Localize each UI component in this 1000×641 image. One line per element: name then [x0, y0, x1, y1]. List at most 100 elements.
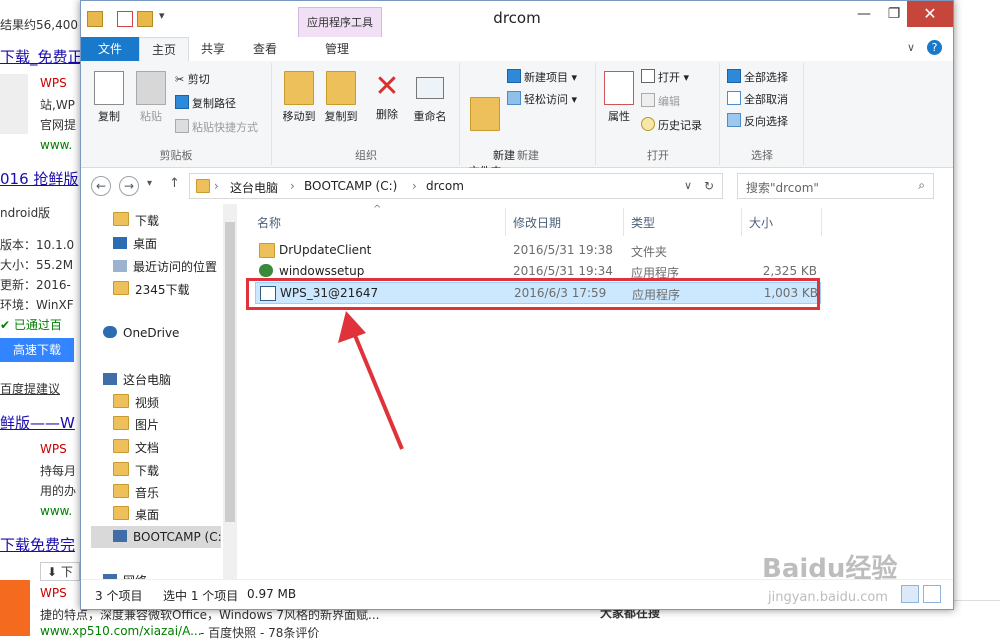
breadcrumb-bootcamp[interactable]: BOOTCAMP (C:) [304, 179, 397, 193]
column-header-date[interactable]: 修改日期 [513, 214, 561, 231]
invert-selection-button[interactable]: 反向选择 [727, 113, 788, 131]
result-text: ndroid版 [0, 206, 51, 220]
nav-item-bootcamp[interactable]: BOOTCAMP (C: [113, 530, 222, 544]
new-item-icon [507, 69, 521, 83]
folder-icon [259, 243, 275, 258]
suggest-link[interactable]: 百度提建议 [0, 380, 60, 397]
new-folder-icon [470, 97, 500, 131]
nav-item-2345-downloads[interactable]: 2345下载 [113, 281, 190, 298]
paste-shortcut-button[interactable]: 粘贴快捷方式 [175, 119, 258, 137]
context-tab-group-label: 应用程序工具 [307, 16, 373, 29]
rename-button[interactable]: 重命名 [409, 71, 451, 124]
globe-app-icon [259, 264, 273, 277]
nav-item-downloads[interactable]: 下载 [113, 212, 159, 229]
copy-to-button[interactable]: 复制到 [321, 71, 361, 124]
search-icon[interactable]: ⌕ [918, 178, 925, 193]
expand-ribbon-icon[interactable]: ∨ [907, 41, 915, 54]
select-all-button[interactable]: 全部选择 [727, 69, 788, 87]
tab-file[interactable]: 文件 [81, 37, 139, 61]
open-button[interactable]: 打开 ▾ [641, 69, 689, 87]
tab-view[interactable]: 查看 [241, 37, 289, 61]
new-item-button[interactable]: 新建项目 ▾ [507, 69, 577, 87]
column-divider[interactable] [623, 208, 624, 236]
copy-path-button[interactable]: 复制路径 [175, 95, 236, 113]
edit-button[interactable]: 编辑 [641, 93, 680, 111]
column-header-size[interactable]: 大小 [749, 214, 773, 231]
nav-item-desktop[interactable]: 桌面 [113, 235, 157, 252]
nav-item-videos[interactable]: 视频 [113, 394, 159, 411]
cut-button[interactable]: ✂ 剪切 [175, 71, 210, 89]
refresh-icon[interactable]: ↻ [704, 179, 714, 193]
details-view-icon[interactable] [901, 585, 919, 603]
column-divider[interactable] [821, 208, 822, 236]
select-none-button[interactable]: 全部取消 [727, 91, 788, 109]
open-icon [641, 69, 655, 83]
result-url[interactable]: www. [40, 138, 72, 152]
close-button[interactable]: ✕ [907, 1, 953, 27]
column-divider[interactable] [505, 208, 506, 236]
search-box[interactable]: 搜索"drcom" ⌕ [737, 173, 934, 199]
back-icon[interactable]: ← [91, 176, 111, 196]
tab-home[interactable]: 主页 [139, 37, 189, 62]
result-text: 用的办 [40, 484, 77, 498]
open-group: 属性 打开 ▾ 编辑 历史记录 打开 [597, 63, 720, 165]
paste-icon [136, 71, 166, 105]
column-header-type[interactable]: 类型 [631, 214, 655, 231]
organize-group: 移动到 复制到 ✕ 删除 重命名 组织 [273, 63, 460, 165]
title-bar[interactable]: ▾ drcom — ❐ ✕ [81, 1, 953, 37]
result-link[interactable]: 鲜版——W [0, 412, 75, 433]
nav-item-label: 最近访问的位置 [133, 260, 218, 274]
nav-item-this-pc[interactable]: 这台电脑 [103, 371, 171, 388]
nav-item-downloads-pc[interactable]: 下载 [113, 462, 159, 479]
result-text: 大小：55.2M [0, 258, 74, 272]
cloud-icon [103, 326, 117, 338]
file-row[interactable]: DrUpdateClient 2016/5/31 19:38 文件夹 [255, 240, 819, 260]
properties-button[interactable]: 属性 [601, 71, 637, 124]
nav-item-onedrive[interactable]: OneDrive [103, 326, 179, 340]
paste-shortcut-label: 粘贴快捷方式 [192, 121, 258, 134]
tab-share[interactable]: 共享 [189, 37, 237, 61]
result-link[interactable]: 016 抢鲜版 [0, 168, 78, 189]
move-to-button[interactable]: 移动到 [279, 71, 319, 124]
easy-access-button[interactable]: 轻松访问 ▾ [507, 91, 577, 109]
recent-locations-icon[interactable]: ▾ [147, 178, 152, 189]
copy-button[interactable]: 复制 [91, 71, 127, 124]
column-header-name[interactable]: 名称 [257, 214, 281, 231]
nav-item-recent[interactable]: 最近访问的位置 [113, 258, 217, 275]
high-speed-download-button[interactable]: 高速下载 [0, 338, 74, 362]
desktop-folder-icon [113, 506, 129, 520]
result-link[interactable]: 下载_免费正 [0, 46, 83, 67]
help-icon[interactable]: ? [927, 40, 942, 55]
download-mini-button[interactable]: ⬇ 下 [40, 562, 80, 581]
nav-item-pictures[interactable]: 图片 [113, 416, 159, 433]
forward-icon[interactable]: → [119, 176, 139, 196]
baidu-watermark-url: jingyan.baidu.com [768, 590, 888, 605]
nav-scrollbar-thumb[interactable] [225, 222, 235, 522]
nav-item-label: BOOTCAMP (C: [133, 530, 222, 544]
nav-item-documents[interactable]: 文档 [113, 439, 159, 456]
column-divider[interactable] [741, 208, 742, 236]
ribbon-tabs: 文件 主页 共享 查看 管理 ∨ ? [81, 37, 953, 62]
invert-selection-label: 反向选择 [744, 115, 788, 128]
result-url[interactable]: www. [40, 504, 72, 518]
up-icon[interactable]: ↑ [169, 176, 180, 191]
delete-label: 删除 [376, 108, 398, 121]
large-icons-view-icon[interactable] [923, 585, 941, 603]
minimize-button[interactable]: — [849, 1, 879, 27]
nav-item-label: 文档 [135, 441, 160, 455]
breadcrumb-drcom[interactable]: drcom [426, 179, 464, 193]
paste-button[interactable]: 粘贴 [133, 71, 169, 124]
history-button[interactable]: 历史记录 [641, 117, 702, 135]
result-link[interactable]: 下载免费完 [0, 534, 75, 555]
snapshot-link[interactable]: - 百度快照 - 78条评价 [200, 624, 319, 641]
nav-scrollbar[interactable] [223, 204, 237, 579]
nav-item-music[interactable]: 音乐 [113, 484, 159, 501]
restore-button[interactable]: ❐ [879, 1, 909, 27]
breadcrumb-this-pc[interactable]: 这台电脑 [230, 179, 278, 196]
address-bar[interactable]: › 这台电脑 › BOOTCAMP (C:) › drcom ∨ ↻ [189, 173, 723, 199]
nav-item-desktop-pc[interactable]: 桌面 [113, 506, 159, 523]
address-dropdown-icon[interactable]: ∨ [684, 179, 692, 192]
tab-manage[interactable]: 管理 [313, 37, 361, 61]
delete-button[interactable]: ✕ 删除 [369, 71, 405, 122]
clipboard-group: 复制 粘贴 ✂ 剪切 复制路径 粘贴快捷方式 剪贴板 [81, 63, 272, 165]
